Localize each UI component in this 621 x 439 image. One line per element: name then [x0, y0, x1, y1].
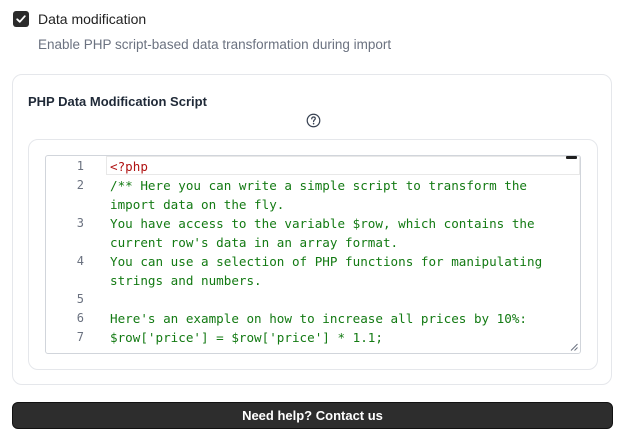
- editor-container: 1 <?php 2 /** Here you can write a simpl…: [28, 139, 598, 370]
- code-line: 4 You can use a selection of PHP functio…: [46, 252, 542, 290]
- php-script-card: PHP Data Modification Script 1 <?php 2 /…: [12, 74, 612, 385]
- code-line: 6 Here's an example on how to increase a…: [46, 309, 542, 328]
- code-line: 7 $row['price'] = $row['price'] * 1.1;: [46, 328, 542, 347]
- code-lines: 1 <?php 2 /** Here you can write a simpl…: [46, 157, 542, 347]
- code-line: 3 You have access to the variable $row, …: [46, 214, 542, 252]
- data-modification-setting: Data modification: [13, 11, 146, 27]
- line-number: 1: [76, 159, 84, 173]
- line-number: 6: [76, 311, 84, 325]
- code-line: 1 <?php: [46, 157, 542, 176]
- line-number: 5: [76, 292, 84, 306]
- editor-scrollbar[interactable]: [566, 156, 577, 159]
- line-number: 4: [76, 254, 84, 268]
- line-text: You have access to the variable $row, wh…: [110, 216, 535, 250]
- data-modification-label[interactable]: Data modification: [38, 11, 146, 27]
- contact-us-button[interactable]: Need help? Contact us: [12, 402, 613, 429]
- resize-handle-icon[interactable]: [570, 343, 578, 351]
- line-text: <?php: [110, 159, 148, 174]
- line-number: 2: [76, 178, 84, 192]
- code-line: 2 /** Here you can write a simple script…: [46, 176, 542, 214]
- question-circle-icon[interactable]: [306, 113, 321, 128]
- code-line: 5: [46, 290, 542, 309]
- code-editor[interactable]: 1 <?php 2 /** Here you can write a simpl…: [45, 155, 581, 354]
- card-title: PHP Data Modification Script: [28, 94, 207, 109]
- line-number: 7: [76, 330, 84, 344]
- line-text: /** Here you can write a simple script t…: [110, 178, 528, 212]
- line-text: $row['price'] = $row['price'] * 1.1;: [110, 330, 383, 345]
- data-modification-checkbox[interactable]: [13, 11, 29, 27]
- checkmark-icon: [16, 15, 26, 23]
- data-modification-helper-text: Enable PHP script-based data transformat…: [38, 37, 392, 52]
- line-text: You can use a selection of PHP functions…: [110, 254, 543, 288]
- line-text: Here's an example on how to increase all…: [110, 311, 528, 326]
- line-number: 3: [76, 216, 84, 230]
